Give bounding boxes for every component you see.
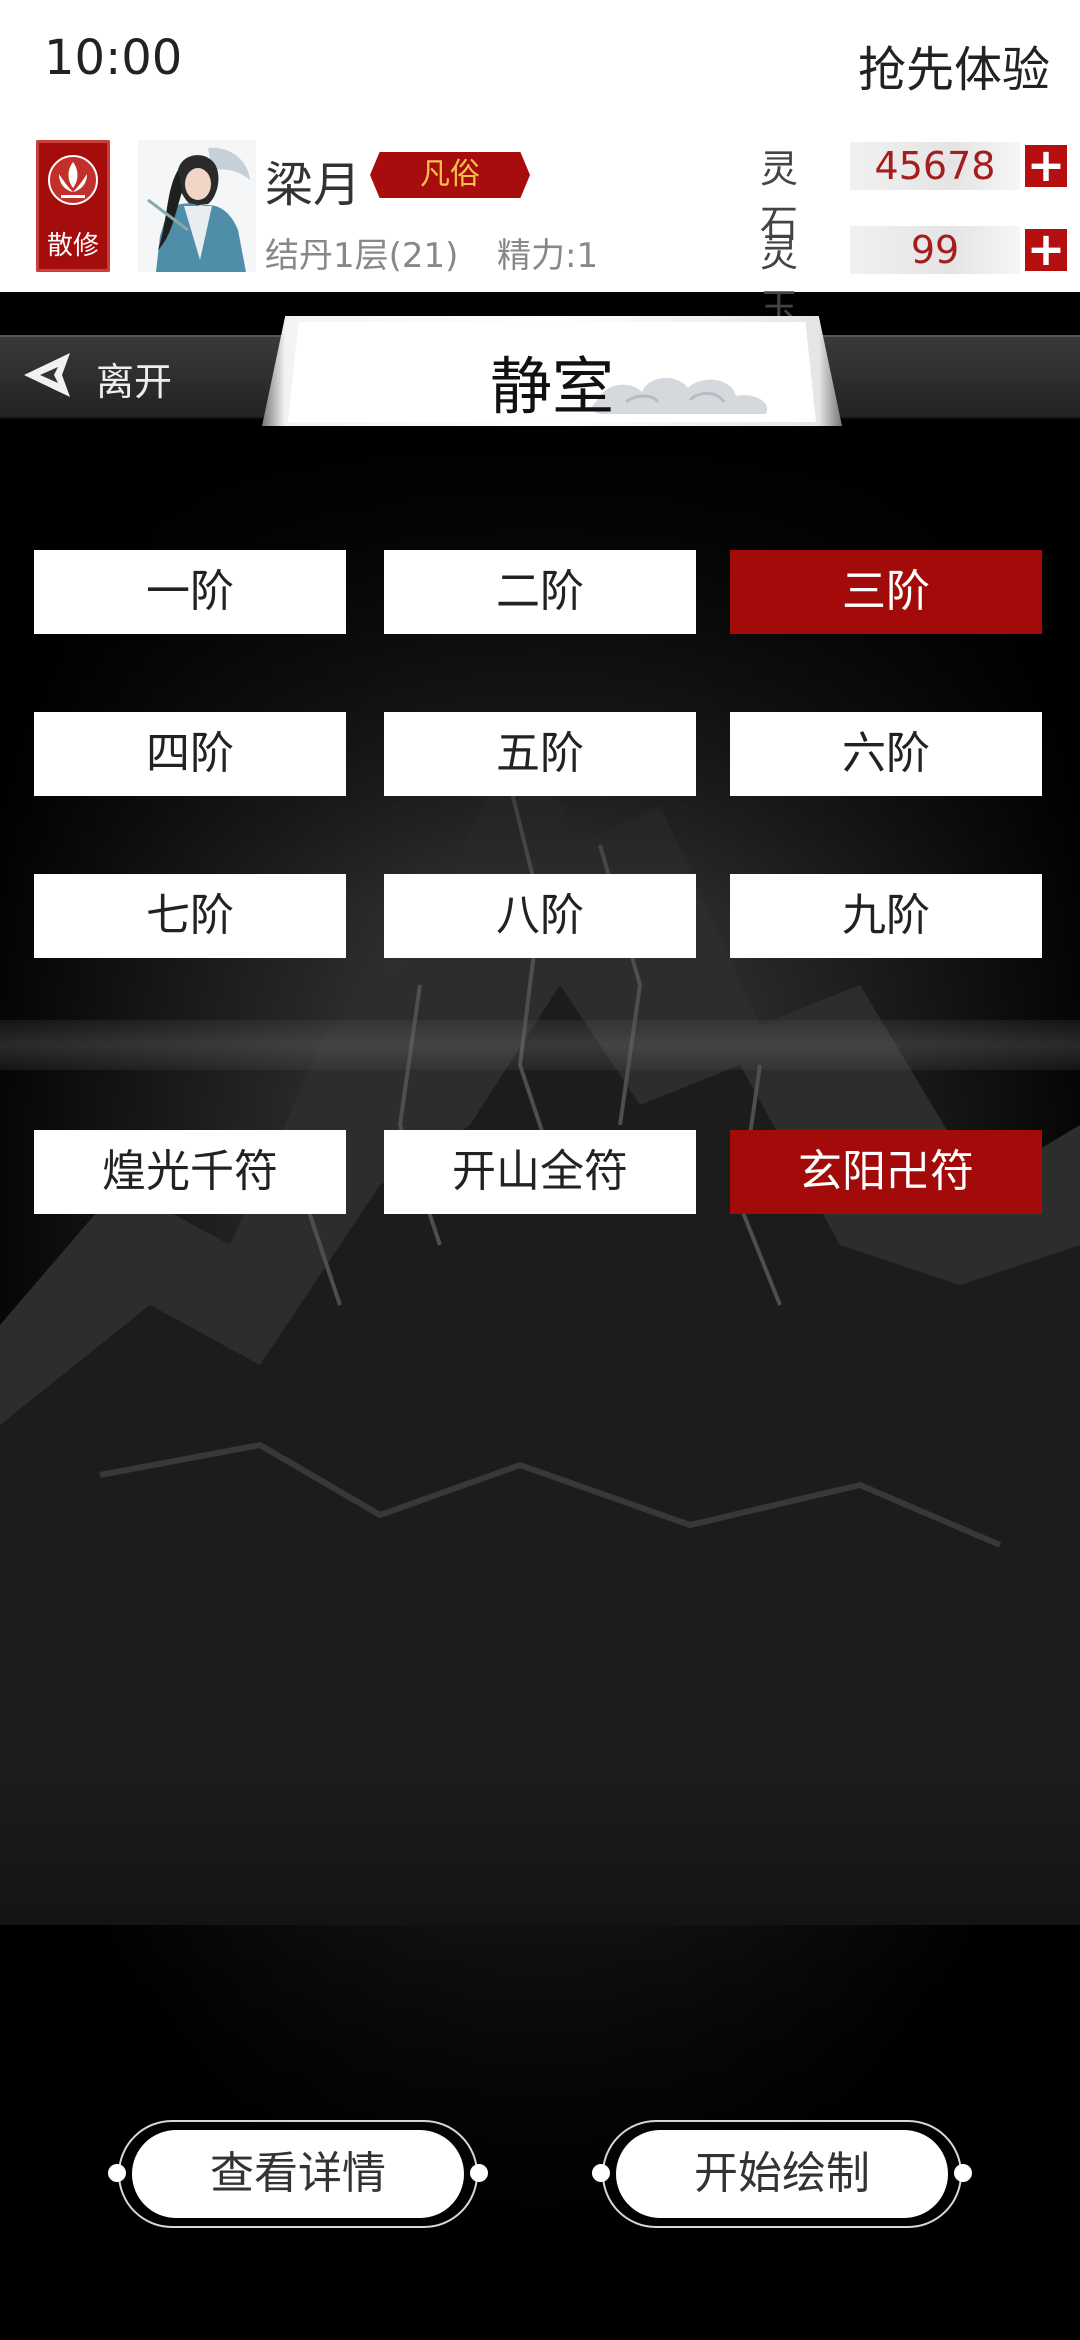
tier-button-4[interactable]: 四阶 [34, 712, 346, 796]
tier-button-2[interactable]: 二阶 [384, 550, 696, 634]
player-avatar[interactable] [138, 140, 256, 272]
add-spirit-stone-button[interactable]: + [1022, 142, 1070, 190]
sect-badge-label: 散修 [46, 231, 99, 261]
player-name: 梁月 [265, 157, 362, 213]
leave-button-label: 离开 [96, 360, 173, 404]
tier-button-8[interactable]: 八阶 [384, 874, 696, 958]
tier-button-3[interactable]: 三阶 [730, 550, 1042, 634]
clock-time: 10:00 [44, 30, 183, 86]
section-divider [0, 1020, 1080, 1070]
start-drawing-button[interactable]: 开始绘制 [592, 2120, 972, 2228]
energy-value: 精力:1 [497, 236, 599, 276]
decor-dot-icon [108, 2164, 126, 2182]
sect-badge[interactable]: 散修 [36, 140, 110, 272]
title-plaque: 静室 [262, 316, 842, 426]
page-title: 静室 [489, 350, 614, 423]
back-arrow-icon [24, 353, 70, 397]
start-drawing-label: 开始绘制 [616, 2130, 948, 2218]
cultivation-realm: 结丹1层(21) [265, 236, 459, 276]
tier-button-9[interactable]: 九阶 [730, 874, 1042, 958]
tier-button-6[interactable]: 六阶 [730, 712, 1042, 796]
talisman-button-3[interactable]: 玄阳卍符 [730, 1130, 1042, 1214]
talisman-button-1[interactable]: 煌光千符 [34, 1130, 346, 1214]
add-spirit-jade-button[interactable]: + [1022, 226, 1070, 274]
talisman-button-2[interactable]: 开山全符 [384, 1130, 696, 1214]
spirit-stone-value: 45678 [850, 142, 1020, 190]
spirit-jade-value: 99 [850, 226, 1020, 274]
decor-dot-icon [470, 2164, 488, 2182]
view-details-label: 查看详情 [132, 2130, 464, 2218]
tier-button-1[interactable]: 一阶 [34, 550, 346, 634]
early-access-label[interactable]: 抢先体验 [858, 30, 1050, 100]
decor-dot-icon [592, 2164, 610, 2182]
status-bar: 10:00 抢先体验 [0, 0, 1080, 125]
view-details-button[interactable]: 查看详情 [108, 2120, 488, 2228]
rank-tag: 凡俗 [370, 152, 530, 198]
lotus-icon [48, 155, 98, 205]
tier-button-7[interactable]: 七阶 [34, 874, 346, 958]
spirit-jade-label: 灵玉 [760, 231, 799, 330]
decor-dot-icon [954, 2164, 972, 2182]
tier-button-5[interactable]: 五阶 [384, 712, 696, 796]
